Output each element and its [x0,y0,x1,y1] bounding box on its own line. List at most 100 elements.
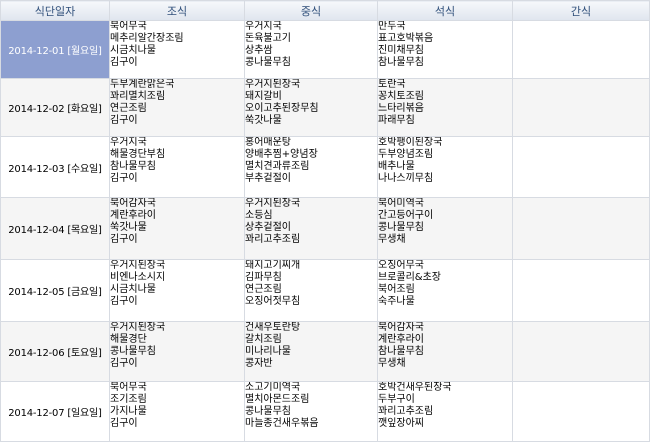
menu-item: 북어감자국 [110,198,157,210]
menu-item: 김구이 [110,358,138,369]
table-row[interactable]: 2014-12-03 [수요일] 우거지국 해물경단부침 참나물무침 김구이 홍어매운탕 양… [0,136,650,198]
menu-item: 간고등어구이 [378,210,434,221]
menu-item: 무생채 [378,358,406,369]
menu-item: 계란후라이 [110,210,157,221]
menu-item: 김구이 [110,57,138,68]
breakfast-cell: 우거지된장국 비엔나소시지 시금치나물 김구이 [109,259,245,322]
menu-item: 호박팽이된장국 [378,137,443,149]
menu-item: 우거지국 [110,137,147,149]
menu-item: 브로콜리&초장 [378,272,442,283]
lunch-cell: 건새우토란탕 갈치조림 미나리나물 콩자반 [244,321,378,382]
menu-item: 파래무침 [378,115,415,126]
lunch-cell: 홍어매운탕 양배추찜+양념장 멸치견과류조림 부추겉절이 [244,136,378,198]
menu-item: 시금치나물 [110,45,157,56]
menu-item: 우거지된장국 [245,79,301,91]
menu-item: 미나리나물 [245,346,292,357]
date-cell[interactable]: 2014-12-07 [일요일] [0,381,110,442]
menu-item: 콩나물무침 [110,346,157,357]
header-date[interactable]: 식단일자 [0,0,110,21]
lunch-cell: 우거지국 돈육불고기 상추쌈 콩나물무침 [244,20,378,79]
menu-item: 갈치조림 [245,334,282,345]
menu-item: 메추리알간장조림 [110,33,184,44]
dinner-cell: 만두국 표고호박볶음 진미채무침 참나물무침 [377,20,513,79]
snack-cell [512,197,650,260]
menu-item: 진미채무침 [378,45,425,56]
header-dinner[interactable]: 석식 [377,0,513,21]
header-snack[interactable]: 간식 [512,0,650,21]
menu-item: 돼지갈비 [245,91,282,102]
menu-item: 꽈리고추조림 [245,234,301,245]
menu-item: 시금치나물 [110,284,157,295]
meal-table: 식단일자 조식 중식 석식 간식 2014-12-01 [월요일] 북어무국 메추리… [0,0,650,442]
snack-cell [512,136,650,198]
snack-cell [512,381,650,442]
date-cell[interactable]: 2014-12-01 [월요일] [0,20,110,79]
menu-item: 우거지된장국 [110,260,166,272]
menu-item: 북어미역국 [378,198,425,210]
menu-item: 부추겉절이 [245,173,292,184]
dinner-cell: 호박팽이된장국 두부양념조림 배추나물 나나스끼무침 [377,136,513,198]
menu-item: 느타리볶음 [378,103,425,114]
dinner-cell: 토란국 꽁치토조림 느타리볶음 파래무침 [377,78,513,137]
breakfast-cell: 우거지국 해물경단부침 참나물무침 김구이 [109,136,245,198]
menu-item: 상추쌈 [245,45,273,56]
table-row[interactable]: 2014-12-07 [일요일] 북어무국 조기조림 가지나물 김구이 소고기미역국 멸치아… [0,381,650,442]
menu-item: 쑥갓나물 [245,115,282,126]
menu-item: 김구이 [110,296,138,307]
menu-item: 나나스끼무침 [378,173,434,184]
table-row[interactable]: 2014-12-04 [목요일] 북어감자국 계란후라이 쑥갓나물 김구이 우거지된장국 소… [0,197,650,260]
snack-cell [512,321,650,382]
menu-item: 꽈리멸치조림 [110,91,166,102]
menu-item: 연근조림 [245,284,282,295]
menu-item: 소고기미역국 [245,382,301,394]
menu-item: 두부양념조림 [378,149,434,160]
menu-item: 멸치아몬드조림 [245,394,310,405]
menu-item: 콩나물무침 [378,222,425,233]
date-cell[interactable]: 2014-12-02 [화요일] [0,78,110,137]
header-breakfast[interactable]: 조식 [109,0,245,21]
dinner-cell: 북어감자국 계란후라이 참나물무침 무생채 [377,321,513,382]
table-header-row: 식단일자 조식 중식 석식 간식 [0,0,650,21]
menu-item: 콩자반 [245,358,273,369]
menu-item: 김구이 [110,173,138,184]
menu-item: 배추나물 [378,161,415,172]
menu-item: 홍어매운탕 [245,137,292,149]
header-lunch[interactable]: 중식 [244,0,378,21]
menu-item: 마늘종건새우볶음 [245,418,319,429]
menu-item: 김구이 [110,115,138,126]
menu-item: 건새우토란탕 [245,322,301,334]
menu-item: 가지나물 [110,406,147,417]
menu-item: 돼지고기찌개 [245,260,301,272]
menu-item: 우거지국 [245,21,282,33]
date-cell[interactable]: 2014-12-04 [목요일] [0,197,110,260]
table-row[interactable]: 2014-12-01 [월요일] 북어무국 메추리알간장조림 시금치나물 김구이 우거지국… [0,20,650,79]
table-row[interactable]: 2014-12-06 [토요일] 우거지된장국 해물경단 콩나물무침 김구이 건새우토란탕… [0,321,650,382]
menu-item: 양배추찜+양념장 [245,149,318,160]
menu-item: 만두국 [378,21,406,33]
date-cell[interactable]: 2014-12-03 [수요일] [0,136,110,198]
menu-item: 참나물무침 [378,57,425,68]
menu-item: 콩나물무침 [245,57,292,68]
lunch-cell: 돼지고기찌개 김파무침 연근조림 오징어젓무침 [244,259,378,322]
menu-item: 오이고추된장무침 [245,103,319,114]
menu-item: 표고호박볶음 [378,33,434,44]
breakfast-cell: 북어무국 메추리알간장조림 시금치나물 김구이 [109,20,245,79]
lunch-cell: 소고기미역국 멸치아몬드조림 콩나물무침 마늘종건새우볶음 [244,381,378,442]
table-row[interactable]: 2014-12-05 [금요일] 우거지된장국 비엔나소시지 시금치나물 김구이 돼지고기… [0,259,650,322]
date-cell[interactable]: 2014-12-05 [금요일] [0,259,110,322]
menu-item: 연근조림 [110,103,147,114]
menu-item: 콩나물무침 [245,406,292,417]
lunch-cell: 우거지된장국 소등심 상추겉절이 꽈리고추조림 [244,197,378,260]
table-row[interactable]: 2014-12-02 [화요일] 두부계란맑은국 꽈리멸치조림 연근조림 김구이 우거지된… [0,78,650,137]
menu-item: 김파무침 [245,272,282,283]
menu-item: 비엔나소시지 [110,272,166,283]
menu-item: 북어감자국 [378,322,425,334]
menu-item: 꽈리고추조림 [378,406,434,417]
snack-cell [512,259,650,322]
date-cell[interactable]: 2014-12-06 [토요일] [0,321,110,382]
dinner-cell: 북어미역국 간고등어구이 콩나물무침 무생채 [377,197,513,260]
menu-item: 오징어젓무침 [245,296,301,307]
menu-item: 김구이 [110,418,138,429]
menu-item: 돈육불고기 [245,33,292,44]
breakfast-cell: 북어무국 조기조림 가지나물 김구이 [109,381,245,442]
